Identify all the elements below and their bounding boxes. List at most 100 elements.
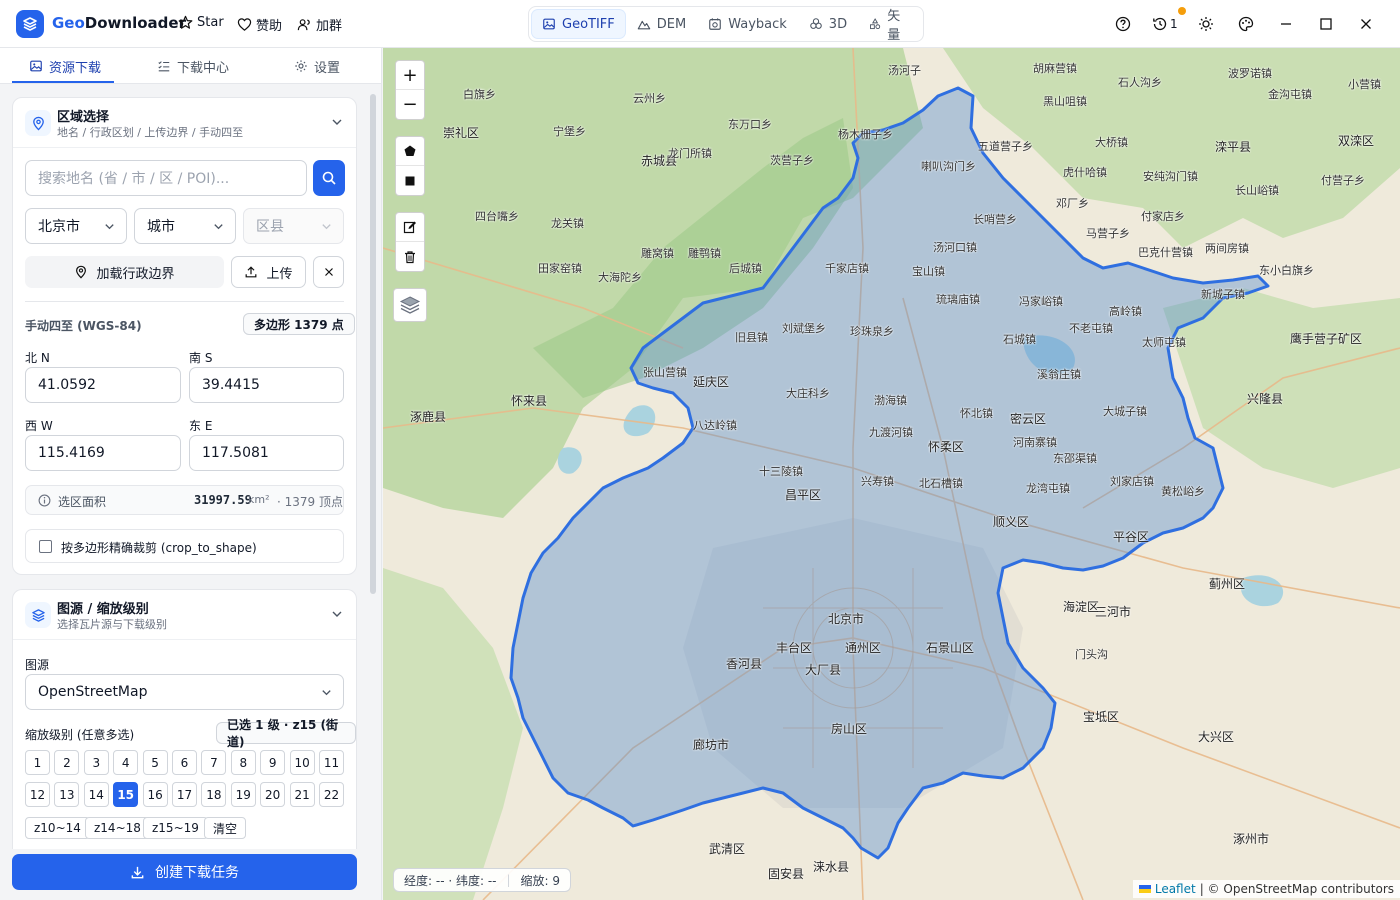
map-place-label: 千家店镇: [825, 262, 869, 275]
layers-icon: [25, 602, 51, 628]
load-boundary-button[interactable]: 加载行政边界: [25, 256, 224, 288]
map-place-label: 白旗乡: [463, 88, 496, 101]
close-icon: [324, 268, 333, 276]
title-bar: GeoDownloader Star 赞助 加群 GeoTIFF DEM Way…: [0, 0, 1400, 48]
edit-shape-button[interactable]: [396, 213, 424, 242]
zoom-level-button[interactable]: 18: [201, 782, 227, 807]
zoom-out-button[interactable]: −: [396, 90, 424, 119]
zoom-level-button[interactable]: 21: [289, 782, 315, 807]
zoom-preset-button[interactable]: 清空: [204, 817, 247, 839]
history-clock-icon: [1153, 17, 1167, 31]
zoom-level-button[interactable]: 8: [230, 750, 256, 775]
zoom-level-button[interactable]: 9: [260, 750, 286, 775]
palette-icon[interactable]: [1236, 14, 1256, 34]
map-place-label: 双滦区: [1338, 134, 1375, 148]
tab-3d[interactable]: 3D: [799, 10, 857, 38]
zoom-level-button[interactable]: 2: [54, 750, 80, 775]
zoom-level-button[interactable]: 16: [142, 782, 168, 807]
clear-region-button[interactable]: [313, 256, 344, 288]
download-icon: [131, 866, 144, 878]
leaflet-link[interactable]: Leaflet: [1155, 882, 1196, 896]
draw-polygon-button[interactable]: [396, 137, 424, 166]
theme-sun-icon[interactable]: [1196, 14, 1216, 34]
tab-dem[interactable]: DEM: [627, 10, 696, 38]
source-card-header[interactable]: 图源 / 缩放级别 选择瓦片源与下载级别: [13, 590, 356, 640]
zoom-level-button[interactable]: 4: [113, 750, 139, 775]
zoom-preset-button[interactable]: z10~14: [25, 817, 90, 839]
zoom-preset-button[interactable]: z15~19: [143, 817, 208, 839]
sidebar-scrollbar[interactable]: [370, 94, 376, 594]
map-place-label: 长哨营乡: [973, 213, 1017, 226]
sidebar: 资源下载 下载中心 设置 区域选择 地名 / 行政区划 / 上传边界 / 手动四…: [0, 48, 382, 900]
tab-download-center[interactable]: 下载中心: [157, 48, 229, 84]
upload-button[interactable]: 上传: [231, 256, 306, 288]
sponsor-link[interactable]: 赞助: [237, 15, 282, 34]
zoom-level-button[interactable]: 15: [113, 782, 139, 807]
map-place-label: 平谷区: [1113, 530, 1150, 544]
star-link[interactable]: Star: [178, 15, 224, 30]
crop-checkbox[interactable]: [39, 540, 52, 553]
history-button[interactable]: 1: [1152, 14, 1178, 34]
map-place-label: 八达岭镇: [693, 419, 737, 432]
east-input[interactable]: 117.5081: [189, 435, 344, 471]
chevron-down-icon: [105, 224, 114, 230]
map-place-label: 涿鹿县: [410, 410, 447, 424]
zoom-level-button[interactable]: 5: [142, 750, 168, 775]
north-input[interactable]: 41.0592: [25, 367, 181, 403]
zoom-level-button[interactable]: 14: [83, 782, 109, 807]
history-count: 1: [1170, 17, 1178, 31]
county-select[interactable]: 区县: [243, 208, 344, 244]
tile-source-select[interactable]: OpenStreetMap: [25, 674, 344, 710]
zoom-level-button[interactable]: 11: [319, 750, 344, 775]
map-place-label: 付营子乡: [1321, 174, 1365, 187]
join-group-link[interactable]: 加群: [297, 15, 342, 34]
zoom-level-button[interactable]: 12: [25, 782, 50, 807]
map-place-label: 延庆区: [693, 375, 730, 389]
help-icon[interactable]: [1113, 14, 1133, 34]
tab-settings[interactable]: 设置: [294, 48, 340, 84]
minimize-icon[interactable]: [1276, 14, 1296, 34]
close-window-icon[interactable]: [1356, 14, 1376, 34]
delete-shape-button[interactable]: [396, 242, 424, 271]
mode-tabs: GeoTIFF DEM Wayback 3D 矢量: [528, 6, 924, 43]
map-place-label: 琉璃庙镇: [936, 293, 980, 306]
app-title: GeoDownloader: [52, 14, 186, 32]
map-place-label: 付家店乡: [1141, 210, 1185, 223]
zoom-level-button[interactable]: 22: [319, 782, 344, 807]
city-select[interactable]: 城市: [134, 208, 236, 244]
zoom-in-button[interactable]: +: [396, 61, 424, 90]
tab-geotiff[interactable]: GeoTIFF: [532, 10, 625, 38]
crop-option[interactable]: 按多边形精确裁剪 (crop_to_shape): [25, 529, 344, 563]
layer-switcher-button[interactable]: [393, 288, 427, 322]
square-icon: [405, 176, 415, 185]
zoom-level-button[interactable]: 17: [172, 782, 197, 807]
zoom-level-button[interactable]: 13: [54, 782, 80, 807]
zoom-level-button[interactable]: 10: [289, 750, 315, 775]
layers-icon: [399, 296, 421, 314]
tab-wayback[interactable]: Wayback: [698, 10, 797, 38]
zoom-level-button[interactable]: 3: [83, 750, 109, 775]
south-input[interactable]: 39.4415: [189, 367, 344, 403]
map-place-label: 武清区: [709, 842, 746, 856]
zoom-level-button[interactable]: 1: [25, 750, 50, 775]
west-input[interactable]: 115.4169: [25, 435, 181, 471]
map-view[interactable]: 汤河子 胡麻营镇 石人沟乡 波罗诺镇 小营镇 白旗乡 云州乡 黑山咀镇 金沟屯镇 崇礼区 东万口乡赤…: [383, 48, 1400, 900]
create-task-button[interactable]: 创建下载任务: [12, 854, 357, 890]
map-place-label: 石城镇: [1003, 333, 1036, 346]
zoom-level-button[interactable]: 19: [230, 782, 256, 807]
zoom-level-button[interactable]: 6: [172, 750, 197, 775]
zoom-level-button[interactable]: 20: [260, 782, 286, 807]
region-card-header[interactable]: 区域选择 地名 / 行政区划 / 上传边界 / 手动四至: [13, 98, 356, 148]
map-place-label: 雕鹗镇: [688, 247, 721, 260]
tab-resource-download[interactable]: 资源下载: [29, 48, 101, 84]
place-search-input[interactable]: 搜索地名 (省 / 市 / 区 / POI)...: [25, 160, 307, 196]
zoom-preset-button[interactable]: z14~18: [85, 817, 150, 839]
maximize-icon[interactable]: [1316, 14, 1336, 34]
draw-rectangle-button[interactable]: [396, 166, 424, 195]
tab-vector[interactable]: 矢量: [859, 9, 920, 43]
zoom-level-button[interactable]: 7: [201, 750, 227, 775]
edit-icon: [403, 221, 416, 234]
map-place-label: 虎什哈镇: [1063, 166, 1107, 179]
province-select[interactable]: 北京市: [25, 208, 127, 244]
search-button[interactable]: [313, 160, 345, 196]
